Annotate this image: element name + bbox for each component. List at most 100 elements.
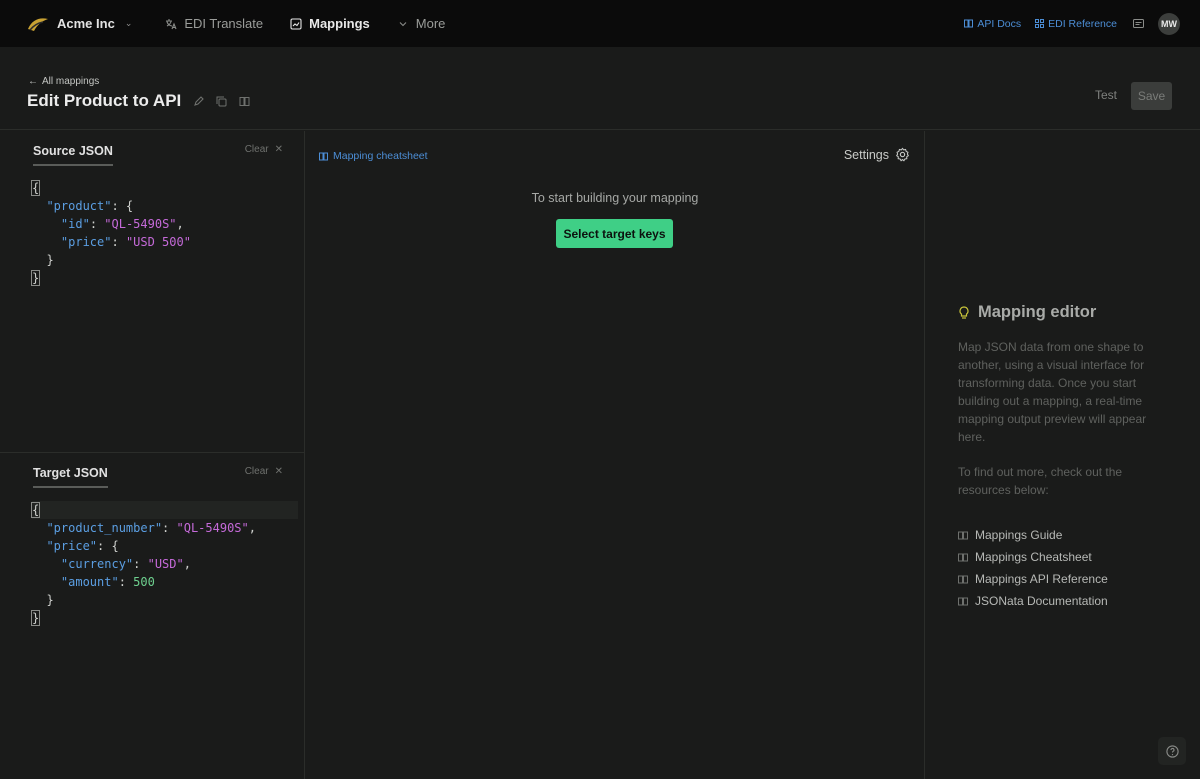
code-punct: : <box>162 521 177 535</box>
org-name: Acme Inc <box>57 16 115 31</box>
nav-label: EDI Translate <box>184 16 264 31</box>
code-punct: , <box>248 521 256 535</box>
json-key: "product" <box>46 199 112 213</box>
matched-brace: } <box>30 270 41 286</box>
chevron-down-icon: ⌄ <box>124 18 133 28</box>
code-line: "currency": "USD", <box>32 555 298 573</box>
page-title: Edit Product to API <box>27 91 182 110</box>
json-key: "product_number" <box>46 521 163 535</box>
test-button[interactable]: Test <box>1095 88 1117 102</box>
code-punct <box>32 521 46 535</box>
code-punct: : <box>89 217 105 231</box>
code-punct: } <box>32 253 54 267</box>
matched-brace: } <box>30 610 41 626</box>
back-link[interactable]: ← All mappings <box>28 76 99 87</box>
message-icon[interactable] <box>1133 19 1144 28</box>
matched-brace: { <box>30 180 41 196</box>
code-line: "price": "USD 500" <box>32 233 191 251</box>
nav-edi-translate[interactable]: EDI Translate <box>165 16 263 31</box>
target-clear-button[interactable]: Clear ✕ <box>245 466 283 477</box>
target-json-editor[interactable]: { "product_number": "QL-5490S", "price":… <box>30 501 298 627</box>
help-description-2: To find out more, check out the resource… <box>958 465 1123 497</box>
top-nav-bar: Acme Inc ⌄ EDI Translate Mappings More A… <box>0 0 1200 47</box>
avatar[interactable]: MW <box>1158 12 1180 35</box>
resource-mappings-api-reference[interactable]: Mappings API Reference <box>958 568 1108 590</box>
help-panel: Mapping editor Map JSON data from one sh… <box>925 131 1200 779</box>
resource-jsonata-documentation[interactable]: JSONata Documentation <box>958 590 1108 612</box>
close-icon: ✕ <box>274 144 283 155</box>
resource-label: Mappings Guide <box>975 528 1063 542</box>
code-punct: : { <box>97 539 119 553</box>
clear-label: Clear <box>244 144 269 155</box>
save-button[interactable]: Save <box>1131 82 1172 110</box>
help-title-text: Mapping editor <box>978 303 1097 321</box>
nav-label: Mappings <box>309 16 370 31</box>
question-icon <box>1165 744 1179 758</box>
help-button[interactable] <box>1158 737 1186 765</box>
book-icon <box>958 531 968 539</box>
chevron-down-icon <box>399 21 407 26</box>
settings-button[interactable]: Settings <box>844 147 910 162</box>
org-switcher[interactable]: Acme Inc ⌄ <box>27 16 132 32</box>
json-number: 500 <box>133 575 155 589</box>
code-line: { <box>30 179 191 197</box>
json-key: "amount" <box>60 575 119 589</box>
source-clear-button[interactable]: Clear ✕ <box>245 144 283 155</box>
empty-state-text: To start building your mapping <box>531 191 699 205</box>
close-icon: ✕ <box>274 466 283 477</box>
json-key: "price" <box>60 235 112 249</box>
clear-label: Clear <box>244 466 269 477</box>
code-punct: } <box>32 593 54 607</box>
code-line: "product_number": "QL-5490S", <box>32 519 298 537</box>
copy-icon[interactable] <box>216 96 227 107</box>
translate-icon <box>166 18 177 29</box>
api-docs-label: API Docs <box>977 17 1022 30</box>
json-string: "USD 500" <box>125 235 191 249</box>
json-panel: Source JSON Clear ✕ { "product": { "id":… <box>0 131 305 779</box>
source-json-editor[interactable]: { "product": { "id": "QL-5490S", "price"… <box>30 179 191 287</box>
resource-mappings-cheatsheet[interactable]: Mappings Cheatsheet <box>958 546 1108 568</box>
book-icon <box>958 575 968 583</box>
resource-mappings-guide[interactable]: Mappings Guide <box>958 524 1108 546</box>
nav-mappings[interactable]: Mappings <box>290 16 370 31</box>
json-string: "QL-5490S" <box>104 217 177 231</box>
help-title: Mapping editor <box>958 303 1096 322</box>
code-line: { <box>30 501 298 519</box>
code-line: } <box>32 251 191 269</box>
code-punct: : <box>118 575 134 589</box>
tab-target-json[interactable]: Target JSON <box>33 466 108 488</box>
edi-reference-link[interactable]: EDI Reference <box>1035 18 1117 30</box>
code-punct <box>32 235 61 249</box>
cheatsheet-label: Mapping cheatsheet <box>333 150 428 162</box>
book-icon <box>958 553 968 561</box>
source-json-section: Source JSON Clear ✕ { "product": { "id":… <box>0 131 305 453</box>
code-punct: : <box>111 235 126 249</box>
target-json-section: Target JSON Clear ✕ { "product_number": … <box>0 453 305 779</box>
book-icon <box>319 152 328 160</box>
book-icon[interactable] <box>239 96 250 107</box>
api-docs-link[interactable]: API Docs <box>964 18 1021 30</box>
json-string: "USD" <box>147 557 184 571</box>
code-line: } <box>30 609 298 627</box>
code-line: } <box>30 269 191 287</box>
help-description: Map JSON data from one shape to another,… <box>958 340 1147 444</box>
code-punct <box>32 199 46 213</box>
lightbulb-icon <box>959 305 969 319</box>
nav-more[interactable]: More <box>397 16 445 31</box>
tab-source-json[interactable]: Source JSON <box>33 144 113 166</box>
code-punct <box>32 575 61 589</box>
book-icon <box>958 597 968 605</box>
resource-label: Mappings Cheatsheet <box>975 550 1092 564</box>
pencil-icon[interactable] <box>193 95 205 107</box>
code-punct: : { <box>111 199 134 213</box>
code-punct <box>32 557 61 571</box>
code-line: } <box>32 591 298 609</box>
mapping-cheatsheet-link[interactable]: Mapping cheatsheet <box>319 150 428 162</box>
top-right-actions: API Docs EDI Reference MW <box>964 0 1180 47</box>
arrow-left-icon: ← <box>28 76 38 87</box>
mappings-icon <box>290 17 302 30</box>
code-line: "amount": 500 <box>32 573 298 591</box>
code-line: "price": { <box>32 537 298 555</box>
json-key: "currency" <box>60 557 134 571</box>
select-target-keys-button[interactable]: Select target keys <box>556 219 673 248</box>
